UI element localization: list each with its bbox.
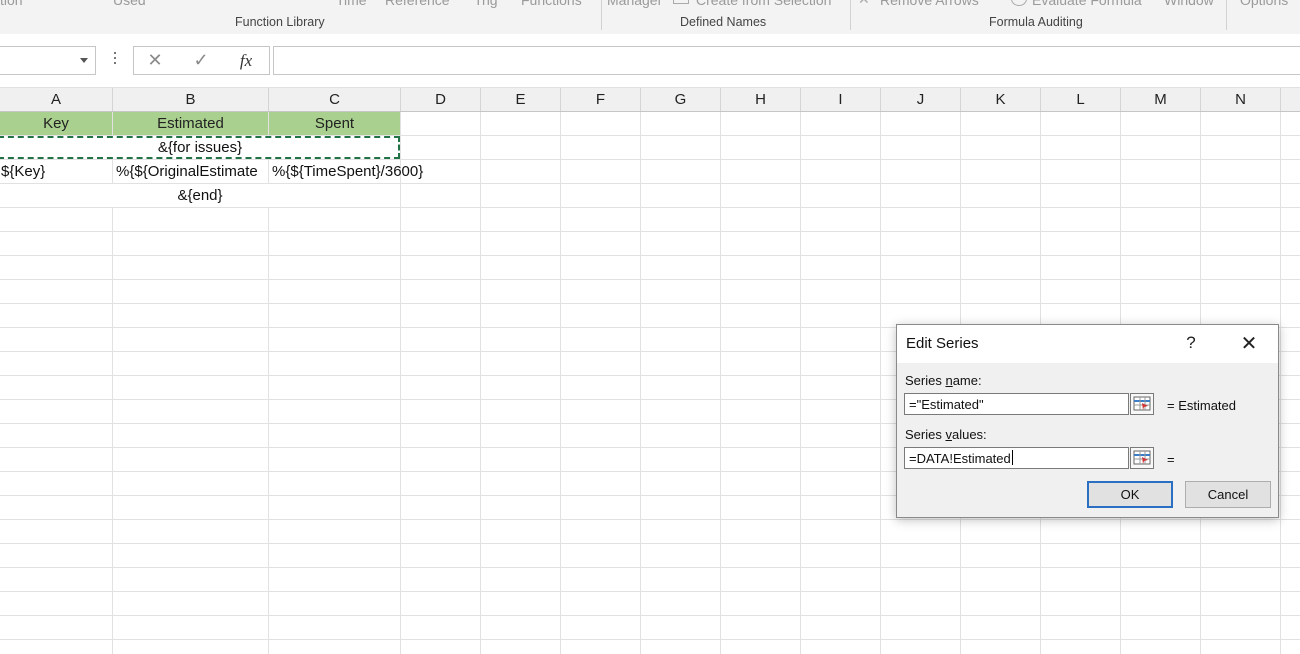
ribbon-item-date-time[interactable]: Time xyxy=(336,0,367,8)
close-icon[interactable]: ✕ xyxy=(1237,331,1261,356)
column-header-m[interactable]: M xyxy=(1121,88,1201,111)
column-header-n[interactable]: N xyxy=(1201,88,1281,111)
table-row xyxy=(0,208,1300,232)
ok-button[interactable]: OK xyxy=(1087,481,1173,508)
table-row xyxy=(0,256,1300,280)
chevron-down-icon[interactable] xyxy=(80,58,88,63)
column-header-d[interactable]: D xyxy=(401,88,481,111)
ribbon-item-evaluate-formula[interactable]: Evaluate Formula xyxy=(1032,0,1142,8)
series-values-label: Series values: xyxy=(905,427,987,442)
table-row xyxy=(0,592,1300,616)
table-row xyxy=(0,520,1300,544)
edit-series-dialog: Edit Series ? ✕ Series name: ="Estimated… xyxy=(896,324,1279,518)
group-label-function-library: Function Library xyxy=(235,15,325,29)
table-row xyxy=(0,616,1300,640)
range-selector-icon[interactable] xyxy=(1130,393,1154,415)
cancel-button[interactable]: Cancel xyxy=(1185,481,1271,508)
table-row xyxy=(0,568,1300,592)
column-header-a[interactable]: A xyxy=(0,88,113,111)
group-separator xyxy=(1226,0,1227,30)
column-header-f[interactable]: F xyxy=(561,88,641,111)
evaluate-formula-icon xyxy=(1011,0,1027,6)
help-button[interactable]: ? xyxy=(1179,333,1203,353)
table-row xyxy=(0,640,1300,654)
cell-b3[interactable]: %{${OriginalEstimate xyxy=(116,160,268,183)
ribbon-item-create-from-selection[interactable]: Create from Selection xyxy=(696,0,831,8)
group-separator xyxy=(850,0,851,30)
formula-bar: ✕ ✓ fx xyxy=(0,34,1300,88)
dialog-title-bar[interactable]: Edit Series ? ✕ xyxy=(897,325,1278,363)
group-label-defined-names: Defined Names xyxy=(680,15,767,29)
check-icon[interactable]: ✓ xyxy=(186,47,216,74)
ribbon-item-name-manager[interactable]: Manager xyxy=(607,0,662,8)
cell-c1[interactable]: Spent xyxy=(269,112,400,135)
name-box[interactable] xyxy=(0,46,96,75)
ribbon-item-remove-arrows[interactable]: Remove Arrows xyxy=(880,0,979,8)
table-row xyxy=(0,232,1300,256)
create-from-selection-icon xyxy=(673,0,689,4)
ribbon: tion Used Time Reference Trig Functions … xyxy=(0,0,1300,35)
column-header-h[interactable]: H xyxy=(721,88,801,111)
column-header-k[interactable]: K xyxy=(961,88,1041,111)
dialog-title: Edit Series xyxy=(906,335,979,352)
cell-a2-merged[interactable]: &{for issues} xyxy=(0,136,400,159)
drag-handle-icon[interactable] xyxy=(114,52,117,67)
ribbon-item-recently-used[interactable]: Used xyxy=(113,0,146,8)
series-name-input[interactable]: ="Estimated" xyxy=(904,393,1129,415)
ribbon-item-more-functions[interactable]: Functions xyxy=(521,0,582,8)
table-row xyxy=(0,544,1300,568)
formula-buttons: ✕ ✓ fx xyxy=(133,46,270,75)
column-header-g[interactable]: G xyxy=(641,88,721,111)
cell-a1[interactable]: Key xyxy=(0,112,112,135)
ribbon-item-calculation-options[interactable]: Options xyxy=(1240,0,1288,8)
column-header-b[interactable]: B xyxy=(113,88,269,111)
cell-a3[interactable]: ${Key} xyxy=(1,160,112,183)
column-headers: A B C D E F G H I J K L M N xyxy=(0,88,1300,112)
cell-a4-merged[interactable]: &{end} xyxy=(0,184,400,207)
fx-icon[interactable]: fx xyxy=(231,47,261,74)
formula-input[interactable] xyxy=(273,46,1300,75)
text-caret xyxy=(1011,450,1013,465)
series-values-text: =DATA!Estimated xyxy=(909,451,1011,466)
column-header-i[interactable]: I xyxy=(801,88,881,111)
ribbon-item-lookup-reference[interactable]: Reference xyxy=(385,0,450,8)
column-header-c[interactable]: C xyxy=(269,88,401,111)
remove-arrows-icon: ✕ xyxy=(858,0,870,8)
column-header-j[interactable]: J xyxy=(881,88,961,111)
group-label-formula-auditing: Formula Auditing xyxy=(989,15,1083,29)
ribbon-item-math-trig[interactable]: Trig xyxy=(474,0,498,8)
ribbon-item-watch-window[interactable]: Window xyxy=(1164,0,1214,8)
series-values-result: = xyxy=(1167,452,1175,467)
series-name-result: = Estimated xyxy=(1167,398,1237,413)
table-row xyxy=(0,280,1300,304)
group-separator xyxy=(601,0,602,30)
cancel-icon[interactable]: ✕ xyxy=(140,47,170,74)
range-selector-icon[interactable] xyxy=(1130,447,1154,469)
cell-b1[interactable]: Estimated xyxy=(113,112,268,135)
column-header-l[interactable]: L xyxy=(1041,88,1121,111)
series-values-input[interactable]: =DATA!Estimated xyxy=(904,447,1129,469)
cell-c3[interactable]: %{${TimeSpent}/3600} xyxy=(272,160,442,183)
column-header-e[interactable]: E xyxy=(481,88,561,111)
ribbon-item-cut[interactable]: tion xyxy=(0,0,23,8)
series-name-label: Series name: xyxy=(905,373,982,388)
